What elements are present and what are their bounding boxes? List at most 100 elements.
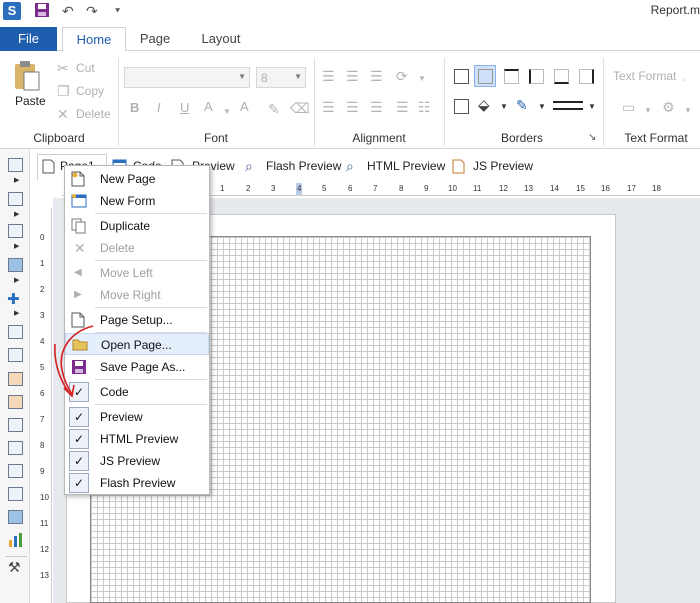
text-component-icon[interactable] (8, 487, 23, 501)
paste-button[interactable]: Paste (15, 94, 46, 108)
menu-item-js-preview[interactable]: ✓ JS Preview (65, 450, 209, 472)
picture-component-icon[interactable] (8, 510, 23, 524)
customize-qat-icon[interactable]: ⯆ (114, 2, 121, 20)
checkmark-icon: ✓ (69, 451, 89, 471)
menu-item-html-preview[interactable]: ✓ HTML Preview (65, 428, 209, 450)
eraser-icon[interactable]: ⌫ (290, 100, 310, 116)
no-border-button[interactable] (474, 65, 496, 87)
font-color-dropdown-icon[interactable]: ▼ (223, 104, 231, 120)
cut-icon[interactable]: ✂ (57, 60, 69, 76)
wrap-text-icon[interactable]: ☷ (418, 99, 431, 115)
align-bottom-icon[interactable]: ☰ (370, 68, 383, 84)
menu-item-preview[interactable]: ✓ Preview (65, 406, 209, 428)
tab-page[interactable]: Page (130, 27, 180, 52)
menu-item-duplicate[interactable]: Duplicate (65, 215, 209, 237)
menu-item-flash-preview[interactable]: ✓ Flash Preview (65, 472, 209, 494)
borders-group-label: Borders (500, 131, 544, 145)
right-border-icon[interactable] (579, 69, 594, 84)
menu-item-move-right[interactable]: ▶ Move Right (65, 284, 209, 306)
border-box-icon[interactable] (454, 99, 469, 114)
font-color-button[interactable]: A (204, 99, 213, 114)
align-right-icon[interactable]: ☰ (370, 99, 383, 115)
tab-flash-preview[interactable]: Flash Preview (266, 159, 341, 173)
all-borders-icon[interactable] (454, 69, 469, 84)
left-border-icon[interactable] (529, 69, 544, 84)
puzzle-icon[interactable]: ✚ (7, 290, 20, 308)
component-icon[interactable] (8, 224, 23, 238)
top-border-icon[interactable] (504, 69, 519, 84)
border-color-dropdown-icon[interactable]: ▼ (538, 102, 546, 111)
new-page-icon (71, 171, 87, 187)
italic-button[interactable]: I (157, 100, 161, 115)
header-band-icon[interactable] (8, 372, 23, 386)
band-icon[interactable] (8, 158, 23, 172)
grow-font-button[interactable]: A (240, 99, 249, 114)
tab-file[interactable]: File (0, 27, 57, 51)
delete-icon[interactable]: ✕ (57, 106, 69, 122)
cross-band-icon[interactable] (8, 192, 23, 206)
bold-button[interactable]: B (130, 100, 139, 115)
menu-item-delete[interactable]: ✕ Delete (65, 237, 209, 259)
band-expand-icon[interactable]: ▶ (14, 176, 19, 184)
condition-icon[interactable]: ▭ (622, 99, 635, 115)
puzzle-expand-icon[interactable]: ▶ (14, 309, 19, 317)
hierarchical-band-icon[interactable] (8, 441, 23, 455)
highlight-icon[interactable]: ✎ (268, 101, 280, 117)
delete-button[interactable]: Delete (76, 107, 111, 121)
report-title-icon[interactable] (8, 348, 23, 362)
open-folder-icon (72, 337, 88, 353)
border-style-icon[interactable] (553, 101, 583, 103)
group-header-icon[interactable] (8, 395, 23, 409)
justify-icon[interactable]: ☰ (396, 99, 409, 115)
data-band-icon[interactable] (8, 418, 23, 432)
tab-js-preview[interactable]: JS Preview (473, 159, 533, 173)
copy-button[interactable]: Copy (76, 84, 104, 98)
save-icon[interactable] (34, 2, 50, 20)
text-format-dropdown-icon[interactable]: › (683, 72, 686, 88)
image-icon[interactable] (8, 258, 23, 272)
menu-item-open-page[interactable]: Open Page... (65, 333, 209, 355)
menu-item-new-page[interactable]: New Page (65, 168, 209, 190)
menu-item-page-setup[interactable]: Page Setup... (65, 309, 209, 331)
font-name-dropdown[interactable]: ▼ (124, 67, 250, 88)
component-expand-icon[interactable]: ▶ (14, 242, 19, 250)
align-middle-icon[interactable]: ☰ (346, 68, 359, 84)
condition-dropdown-icon[interactable]: ▼ (644, 103, 652, 119)
borders-launcher-icon[interactable]: ↘ (588, 132, 596, 143)
redo-icon[interactable]: ↷ (86, 2, 98, 20)
align-left-icon[interactable]: ☰ (322, 99, 335, 115)
child-band-icon[interactable] (8, 464, 23, 478)
text-format-button[interactable]: Text Format (613, 69, 676, 83)
align-top-icon[interactable]: ☰ (322, 68, 335, 84)
cut-button[interactable]: Cut (76, 61, 95, 75)
menu-item-save-page-as[interactable]: Save Page As... (65, 356, 209, 378)
app-logo-icon: S (3, 2, 21, 20)
align-center-icon[interactable]: ☰ (346, 99, 359, 115)
menu-item-move-left[interactable]: ◀ Move Left (65, 262, 209, 284)
fill-color-icon[interactable]: ⬙ (478, 96, 490, 114)
rotate-text-icon[interactable]: ⟳ (396, 68, 408, 84)
page-header-icon[interactable] (8, 325, 23, 339)
cross-band-expand-icon[interactable]: ▶ (14, 210, 19, 218)
border-style-dropdown-icon[interactable]: ▼ (588, 102, 596, 111)
font-size-dropdown[interactable]: 8 ▼ (256, 67, 306, 88)
menu-item-new-form[interactable]: New Form (65, 190, 209, 212)
style-icon[interactable]: ⚙ (662, 99, 675, 115)
tools-icon[interactable]: ⚒ (8, 559, 21, 576)
style-dropdown-icon[interactable]: ▼ (684, 103, 692, 119)
paste-icon[interactable] (12, 60, 42, 95)
border-color-icon[interactable]: ✎ (516, 97, 528, 114)
ruler-tick: 10 (448, 184, 457, 193)
tab-html-preview[interactable]: HTML Preview (367, 159, 445, 173)
bottom-border-icon[interactable] (554, 69, 569, 84)
chart-icon[interactable] (8, 532, 24, 551)
fill-dropdown-icon[interactable]: ▼ (500, 102, 508, 111)
rotate-dropdown-icon[interactable]: ▼ (418, 71, 426, 87)
copy-icon[interactable]: ❐ (57, 83, 70, 99)
tab-layout[interactable]: Layout (190, 27, 252, 52)
undo-icon[interactable]: ↶ (62, 2, 74, 20)
image-expand-icon[interactable]: ▶ (14, 276, 19, 284)
menu-item-code[interactable]: ✓ Code (65, 381, 209, 403)
tab-home[interactable]: Home (62, 27, 126, 52)
underline-button[interactable]: U (180, 100, 189, 115)
